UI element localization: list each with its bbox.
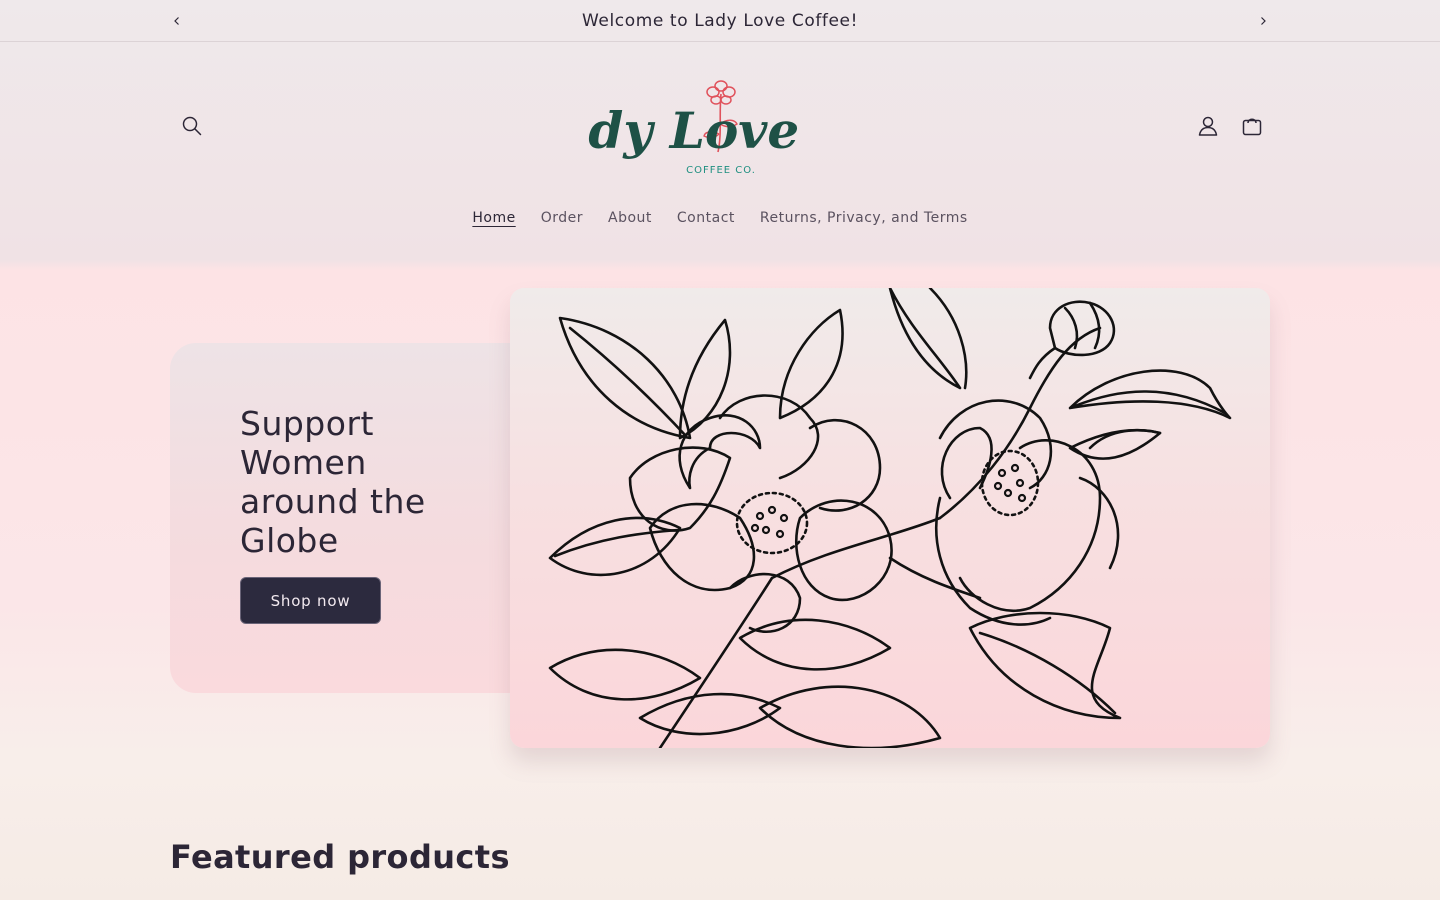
main-nav: Home Order About Contact Returns, Privac… xyxy=(0,210,1440,226)
featured-products-heading: Featured products xyxy=(170,838,510,876)
announcement-next-button[interactable] xyxy=(1252,10,1274,32)
announcement-prev-button[interactable] xyxy=(166,10,188,32)
cart-icon xyxy=(1242,118,1262,136)
site-logo[interactable]: Lady Love COFFEE CO. xyxy=(519,74,855,182)
chevron-left-icon xyxy=(174,17,179,25)
hero-title: Support Women around the Globe xyxy=(240,404,426,560)
logo-text: Lady Love xyxy=(585,101,799,160)
search-button[interactable] xyxy=(172,106,212,146)
announcement-bar: Welcome to Lady Love Coffee! xyxy=(0,0,1440,42)
account-button[interactable] xyxy=(1188,106,1228,146)
shop-now-button[interactable]: Shop now xyxy=(240,577,381,624)
nav-item-home[interactable]: Home xyxy=(472,210,515,226)
announcement-message: Welcome to Lady Love Coffee! xyxy=(581,10,859,31)
cart-button[interactable] xyxy=(1232,106,1272,146)
hero-image xyxy=(510,288,1270,748)
nav-item-about[interactable]: About xyxy=(608,210,652,226)
nav-item-contact[interactable]: Contact xyxy=(677,210,735,226)
search-icon xyxy=(182,116,202,136)
chevron-right-icon xyxy=(1261,17,1266,25)
nav-item-returns-privacy-terms[interactable]: Returns, Privacy, and Terms xyxy=(760,210,968,226)
logo-subtext: COFFEE CO. xyxy=(686,165,756,176)
account-icon xyxy=(1198,116,1218,136)
nav-item-order[interactable]: Order xyxy=(541,210,583,226)
